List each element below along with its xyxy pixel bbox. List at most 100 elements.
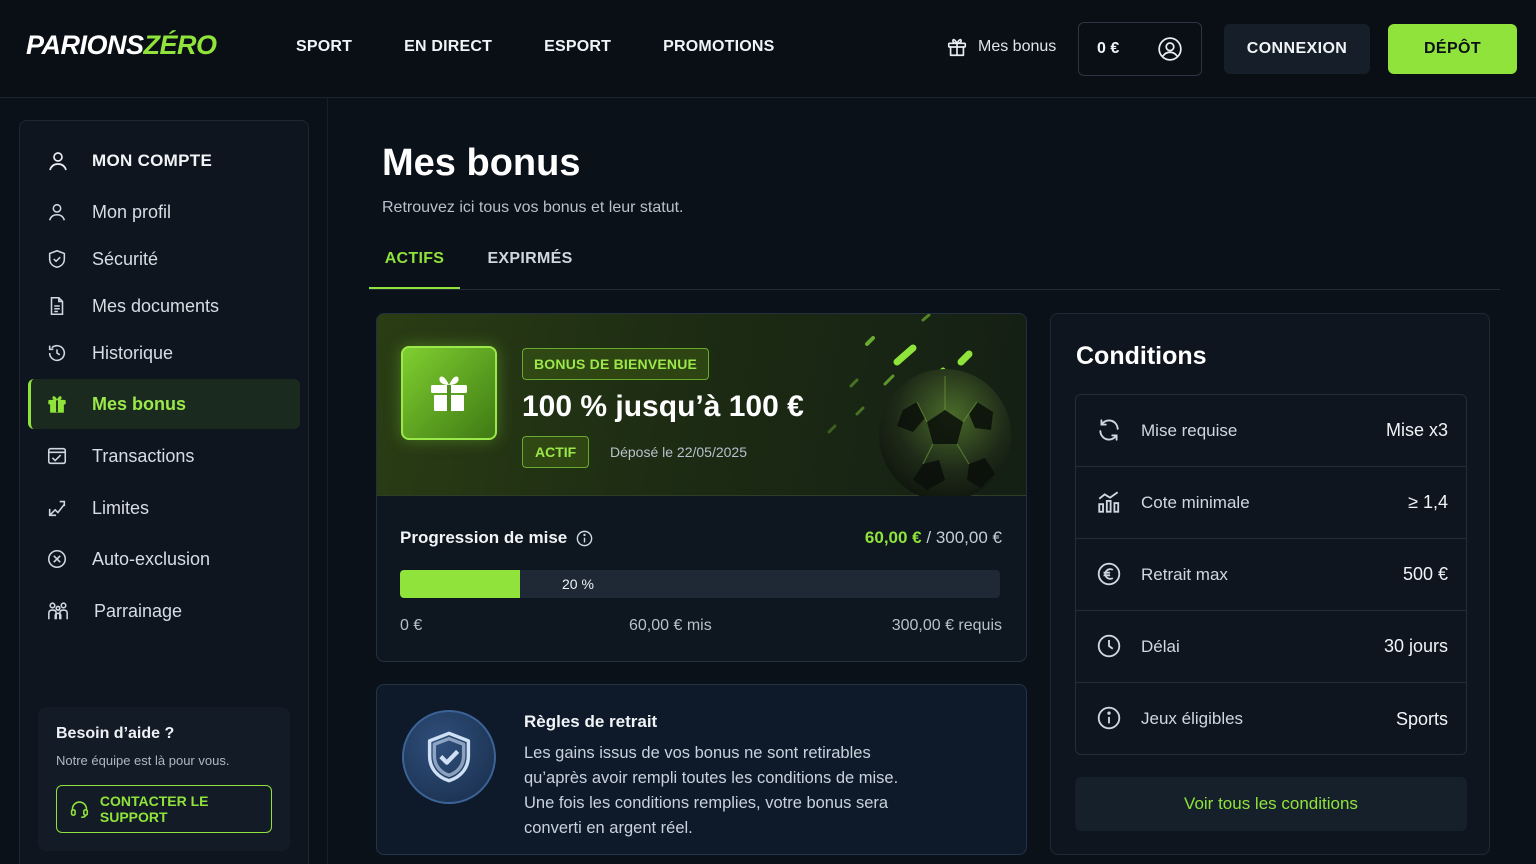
condition-label: Délai [1141, 636, 1180, 656]
tabs-divider [369, 289, 1500, 290]
info-icon[interactable] [575, 529, 594, 548]
condition-value: Mise x3 [1385, 420, 1448, 440]
sidebar-heading-label: MON COMPTE [92, 151, 213, 170]
help-box: Besoin d’aide ? Notre équipe est là pour… [38, 707, 290, 851]
gift-icon [401, 346, 497, 440]
clock-icon [1097, 634, 1121, 658]
nav-sport[interactable]: SPORT [296, 38, 352, 56]
bonus-amount: 100 % jusqu’à 100 € [522, 390, 804, 423]
progress-label: Progression de mise [400, 528, 594, 548]
contact-support-label: CONTACTER LE SUPPORT [99, 793, 209, 825]
sidebar-item-mes-bonus[interactable]: Mes bonus [28, 379, 300, 429]
history-icon [48, 344, 66, 362]
logo-text-accent: ZÉRO [143, 30, 218, 60]
main-divider [327, 98, 328, 864]
sidebar-item-historique[interactable]: Historique [28, 328, 300, 378]
user-icon [48, 203, 66, 221]
rules-title: Règles de retrait [524, 712, 658, 731]
status-badge: ACTIF [522, 436, 590, 468]
condition-label: Cote minimale [1141, 492, 1250, 512]
sidebar-item-label: Auto-exclusion [92, 548, 211, 569]
condition-value: ≥ 1,4 [1408, 492, 1448, 512]
tab-actifs[interactable]: ACTIFS [369, 250, 460, 290]
condition-value: 30 jours [1383, 636, 1448, 656]
sidebar-item-auto-exclusion[interactable]: Auto-exclusion [28, 534, 300, 584]
header-bonus-link[interactable]: Mes bonus [946, 36, 1056, 58]
contact-support-button[interactable]: CONTACTER LE SUPPORT [56, 785, 272, 833]
sidebar-item-label: Parrainage [94, 600, 183, 621]
progress-min-label: 0 € [400, 617, 423, 634]
sidebar-item-mes-documents[interactable]: Mes documents [28, 281, 300, 331]
account-sidebar: MON COMPTE Mon profil Sécurité Mes docum… [19, 120, 309, 864]
help-title: Besoin d’aide ? [56, 725, 175, 742]
sidebar-item-label: Historique [92, 342, 174, 363]
condition-row-retrait-max: Retrait max 500 € [1076, 539, 1466, 611]
sidebar-item-parrainage[interactable]: Parrainage [28, 586, 300, 636]
top-header: PARIONSZÉRO SPORT EN DIRECT ESPORT PROMO… [0, 0, 1536, 98]
condition-row-mise-requise: Mise requise Mise x3 [1076, 395, 1466, 467]
sidebar-item-label: Mon profil [92, 201, 172, 222]
sidebar-item-label: Transactions [92, 445, 195, 466]
brand-logo[interactable]: PARIONSZÉRO [26, 30, 217, 61]
headset-icon [70, 801, 89, 819]
view-all-conditions-button[interactable]: Voir tous les conditions [1075, 777, 1467, 831]
condition-value: 500 € [1402, 564, 1448, 584]
progress-fill [400, 570, 520, 598]
header-bonus-label: Mes bonus [978, 38, 1057, 55]
condition-label: Mise requise [1141, 420, 1238, 440]
deposit-date: Déposé le 22/05/2025 [610, 444, 747, 460]
soccer-ball-illustration [827, 314, 1011, 496]
progress-current: 60,00 € [864, 528, 922, 547]
info-icon [1097, 706, 1121, 730]
sidebar-item-limites[interactable]: Limites [28, 483, 300, 533]
sidebar-item-label: Sécurité [92, 248, 159, 269]
logo-text-primary: PARIONS [26, 30, 144, 60]
conditions-card: Conditions Mise requise Mise x3 Cote min… [1050, 313, 1490, 855]
login-button[interactable]: CONNEXION [1224, 24, 1370, 74]
condition-label: Retrait max [1141, 564, 1228, 584]
gift-icon [947, 38, 967, 57]
gift-icon [48, 396, 66, 413]
sidebar-item-label: Mes documents [92, 295, 220, 316]
sidebar-heading: MON COMPTE [46, 149, 212, 173]
refresh-icon [1099, 419, 1119, 441]
bonus-card: BONUS DE BIENVENUE 100 % jusqu’à 100 € A… [376, 313, 1027, 662]
sidebar-item-mon-profil[interactable]: Mon profil [28, 187, 300, 237]
progress-percent: 20 % [562, 576, 594, 592]
page-subtitle: Retrouvez ici tous vos bonus et leur sta… [382, 199, 684, 216]
progress-total: / 300,00 € [926, 528, 1002, 547]
document-icon [50, 296, 64, 316]
limits-icon [48, 500, 66, 517]
chart-icon [1098, 491, 1120, 513]
user-icon [49, 152, 67, 171]
sidebar-item-label: Mes bonus [92, 393, 187, 414]
condition-value: Sports [1395, 708, 1448, 729]
shield-icon [48, 249, 66, 269]
nav-promotions[interactable]: PROMOTIONS [663, 38, 774, 56]
condition-row-cote-minimale: Cote minimale ≥ 1,4 [1076, 467, 1466, 539]
sidebar-item-securite[interactable]: Sécurité [28, 234, 300, 284]
conditions-title: Conditions [1076, 342, 1207, 370]
tab-expires[interactable]: EXPIRMÉS [476, 250, 584, 290]
nav-en-direct[interactable]: EN DIRECT [404, 38, 492, 56]
account-circle-icon[interactable] [1157, 36, 1183, 62]
progress-max-label: 300,00 € requis [891, 617, 1002, 634]
progress-mid-label: 60,00 € mis [629, 617, 712, 634]
sidebar-item-label: Limites [92, 497, 150, 518]
bonus-banner: BONUS DE BIENVENUE 100 % jusqu’à 100 € A… [377, 314, 1026, 496]
progress-amount: 60,00 € / 300,00 € [865, 528, 1002, 548]
bonus-type-tag: BONUS DE BIENVENUE [522, 348, 710, 380]
deposit-button[interactable]: DÉPÔT [1388, 24, 1517, 74]
progress-label-text: Progression de mise [400, 528, 568, 547]
conditions-list: Mise requise Mise x3 Cote minimale ≥ 1,4… [1075, 394, 1467, 755]
condition-row-jeux-eligibles: Jeux éligibles Sports [1076, 683, 1466, 754]
transactions-icon [47, 447, 67, 465]
withdrawal-rules-card: Règles de retrait Les gains issus de vos… [376, 684, 1027, 855]
balance-widget[interactable]: 0 € [1078, 22, 1202, 76]
balance-amount: 0 € [1097, 40, 1120, 57]
help-subtitle: Notre équipe est là pour vous. [56, 753, 230, 768]
nav-esport[interactable]: ESPORT [544, 38, 611, 56]
condition-row-delai: Délai 30 jours [1076, 611, 1466, 683]
condition-label: Jeux éligibles [1141, 709, 1244, 728]
sidebar-item-transactions[interactable]: Transactions [28, 431, 300, 481]
